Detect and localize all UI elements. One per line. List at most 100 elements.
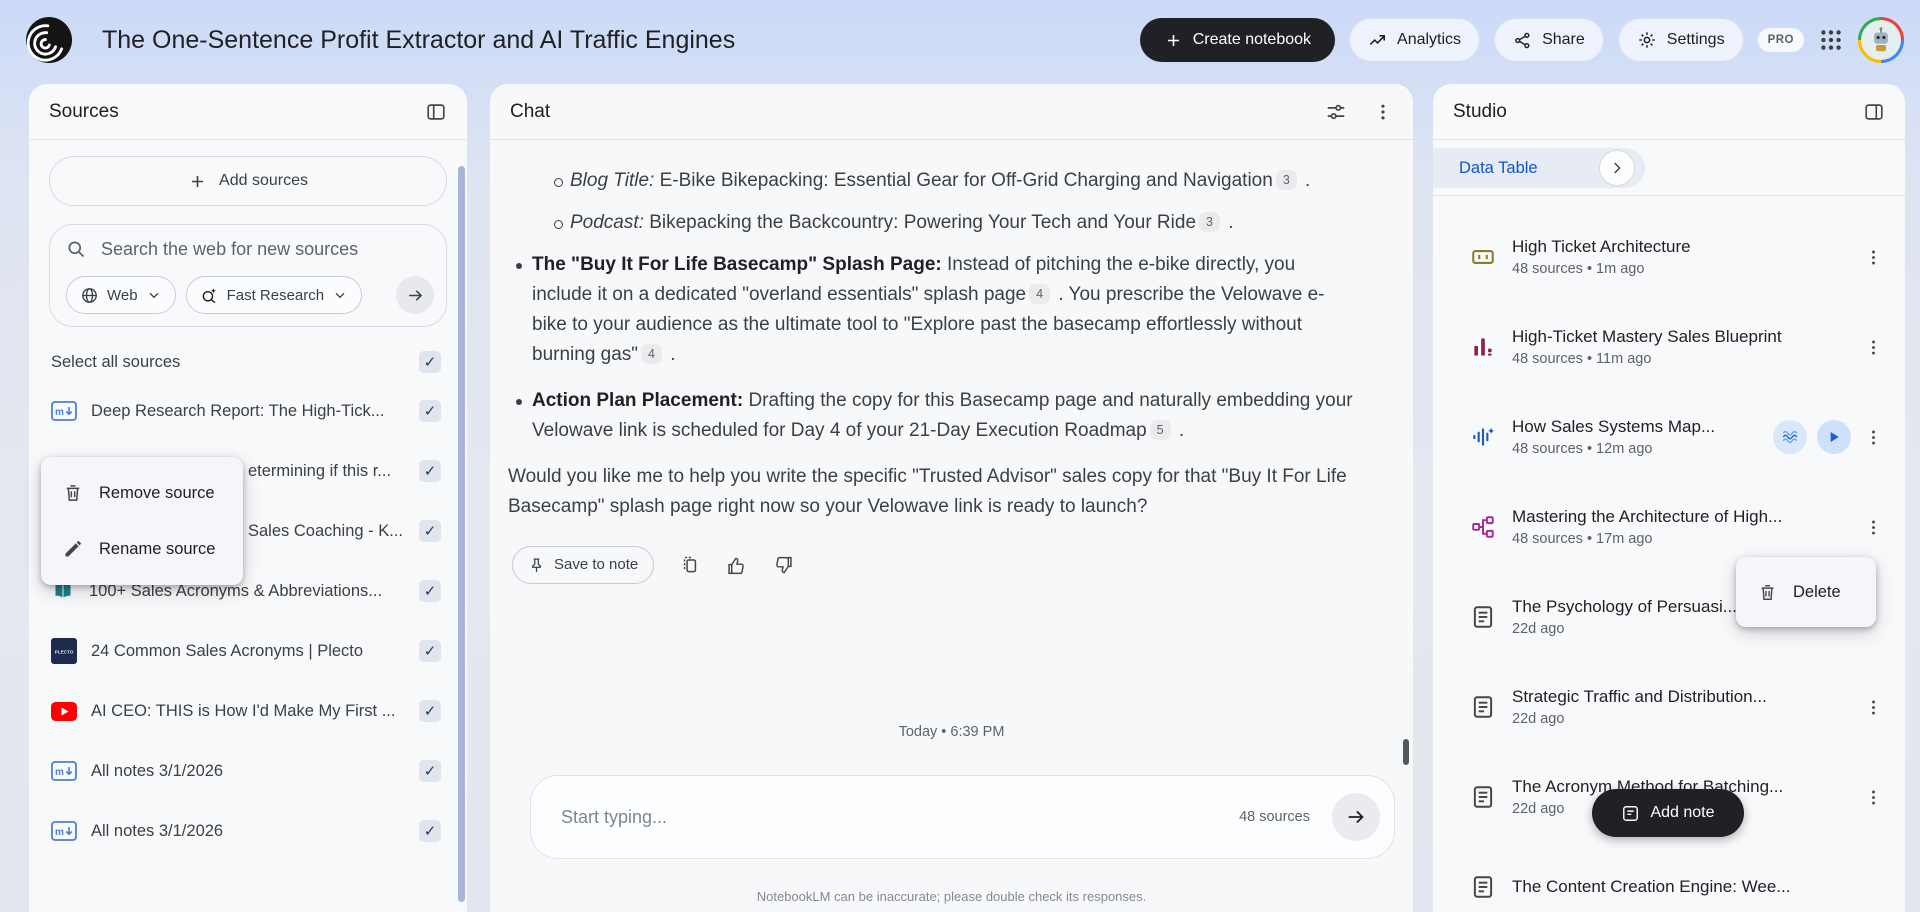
pin-icon: [531, 557, 542, 572]
web-filter-chip[interactable]: Web: [66, 276, 176, 314]
studio-panel: Studio Data Table High Ticket Architectu…: [1433, 84, 1905, 912]
search-submit-button[interactable]: [396, 276, 434, 314]
studio-item-title: The Content Creation Engine: Wee...: [1512, 877, 1791, 896]
add-note-icon: [1623, 805, 1639, 821]
source-checkbox[interactable]: ✓: [419, 640, 441, 662]
play-audio-button[interactable]: [1817, 420, 1851, 454]
save-to-note-label: Save to note: [554, 556, 639, 573]
flashcards-icon: [1470, 244, 1496, 270]
chevron-down-icon: [335, 292, 345, 299]
studio-item[interactable]: High-Ticket Mastery Sales Blueprint 48 so…: [1433, 302, 1905, 392]
create-notebook-button[interactable]: Create notebook: [1139, 18, 1336, 62]
studio-item-kebab-icon[interactable]: [1861, 515, 1885, 539]
citation-chip[interactable]: 3: [1199, 212, 1220, 232]
delete-menu-item[interactable]: Delete: [1736, 565, 1876, 619]
studio-item-title: High Ticket Architecture: [1512, 237, 1691, 256]
delete-label: Delete: [1793, 582, 1841, 601]
plecto-favicon-icon: PLECTO: [51, 638, 77, 664]
rename-source-menu-item[interactable]: Rename source: [41, 521, 243, 577]
bullet-label: Blog Title:: [570, 170, 655, 191]
notebooklm-logo-icon[interactable]: [26, 17, 72, 63]
source-row[interactable]: m All notes 3/1/2026 ✓: [29, 741, 467, 801]
studio-item-kebab-icon[interactable]: [1861, 425, 1885, 449]
add-note-button[interactable]: Add note: [1592, 789, 1744, 837]
source-title: etermining if this r...: [248, 461, 392, 480]
citation-chip[interactable]: 4: [1029, 284, 1051, 304]
select-all-checkbox[interactable]: ✓: [419, 351, 441, 373]
source-checkbox[interactable]: ✓: [419, 820, 441, 842]
copy-icon[interactable]: [680, 555, 700, 575]
avatar[interactable]: [1858, 17, 1904, 63]
chat-scrollbar[interactable]: [1403, 739, 1409, 765]
studio-item-kebab-icon[interactable]: [1861, 695, 1885, 719]
bullet-text: .: [1299, 170, 1311, 191]
search-input[interactable]: Search the web for new sources: [66, 239, 430, 260]
chip-scroll-next-button[interactable]: [1599, 150, 1635, 186]
search-placeholder: Search the web for new sources: [101, 239, 359, 259]
chat-bullet: The "Buy It For Life Basecamp" Splash Pa…: [508, 250, 1353, 370]
studio-chip-row: Data Table: [1433, 140, 1905, 196]
notebook-title[interactable]: The One-Sentence Profit Extractor and AI…: [102, 26, 735, 55]
source-title: Sales Coaching - K...: [248, 521, 403, 540]
top-bar: The One-Sentence Profit Extractor and AI…: [0, 0, 1920, 80]
globe-icon: [82, 287, 97, 303]
share-label: Share: [1542, 31, 1585, 48]
source-title: 24 Common Sales Acronyms | Plecto: [91, 641, 364, 660]
remove-source-menu-item[interactable]: Remove source: [41, 465, 243, 521]
studio-item-kebab-icon[interactable]: [1861, 335, 1885, 359]
source-checkbox[interactable]: ✓: [419, 700, 441, 722]
studio-item-meta: 22d ago: [1512, 711, 1565, 727]
disclaimer-text: NotebookLM can be inaccurate; please dou…: [756, 889, 1147, 904]
analytics-button[interactable]: Analytics: [1349, 18, 1481, 62]
citation-chip[interactable]: 4: [641, 344, 662, 364]
studio-item[interactable]: The Content Creation Engine: Wee...: [1433, 842, 1905, 912]
studio-item-kebab-icon[interactable]: [1861, 245, 1885, 269]
studio-item[interactable]: Strategic Traffic and Distribution... 22d…: [1433, 662, 1905, 752]
source-checkbox[interactable]: ✓: [419, 580, 441, 602]
chat-input-box[interactable]: Start typing... 48 sources: [530, 775, 1395, 859]
studio-item-audio[interactable]: How Sales Systems Map... 48 sources • 12m…: [1433, 392, 1905, 482]
youtube-icon: [51, 701, 77, 721]
thumbs-up-icon[interactable]: [726, 555, 747, 576]
google-apps-grid-icon[interactable]: [1818, 27, 1844, 53]
source-title: All notes 3/1/2026: [91, 821, 224, 840]
bullet-text: .: [1222, 212, 1234, 233]
source-row[interactable]: m All notes 3/1/2026 ✓: [29, 801, 467, 861]
studio-item-title: Mastering the Architecture of High...: [1512, 507, 1783, 526]
plus-icon: [191, 175, 204, 187]
citation-chip[interactable]: 5: [1149, 420, 1171, 440]
collapse-studio-panel-icon[interactable]: [1863, 101, 1885, 123]
add-sources-button[interactable]: Add sources: [49, 156, 447, 206]
report-doc-icon: [1470, 874, 1496, 900]
interactive-mode-button[interactable]: [1773, 420, 1807, 454]
send-message-button[interactable]: [1332, 793, 1380, 841]
save-to-note-button[interactable]: Save to note: [512, 546, 655, 584]
source-checkbox[interactable]: ✓: [419, 760, 441, 782]
source-checkbox[interactable]: ✓: [419, 520, 441, 542]
source-row[interactable]: AI CEO: THIS is How I'd Make My First ..…: [29, 681, 467, 741]
sources-scrollbar[interactable]: [458, 166, 465, 902]
source-title: Deep Research Report: The High-Tick...: [91, 401, 385, 420]
studio-delete-menu: Delete: [1736, 557, 1876, 627]
studio-item-kebab-icon[interactable]: [1861, 785, 1885, 809]
source-row[interactable]: PLECTO 24 Common Sales Acronyms | Plecto…: [29, 621, 467, 681]
chat-more-kebab-icon[interactable]: [1373, 102, 1393, 122]
fast-research-chip[interactable]: Fast Research: [185, 276, 363, 314]
thumbs-down-icon[interactable]: [773, 555, 794, 576]
bullet-label: Podcast:: [570, 212, 644, 233]
markdown-source-icon: m: [51, 761, 77, 781]
chevron-down-icon: [149, 292, 159, 299]
source-checkbox[interactable]: ✓: [419, 400, 441, 422]
source-checkbox[interactable]: ✓: [419, 460, 441, 482]
studio-item[interactable]: High Ticket Architecture 48 sources • 1m …: [1433, 212, 1905, 302]
source-row[interactable]: m Deep Research Report: The High-Tick...…: [29, 381, 467, 441]
settings-button[interactable]: Settings: [1617, 18, 1744, 62]
citation-chip[interactable]: 3: [1275, 170, 1297, 190]
studio-item-title: How Sales Systems Map...: [1512, 417, 1716, 436]
report-doc-icon: [1470, 694, 1496, 720]
collapse-sources-panel-icon[interactable]: [425, 101, 447, 123]
trash-icon: [1761, 584, 1774, 600]
chat-settings-tune-icon[interactable]: [1325, 101, 1347, 123]
share-button[interactable]: Share: [1494, 18, 1604, 62]
svg-text:PLECTO: PLECTO: [55, 650, 74, 655]
